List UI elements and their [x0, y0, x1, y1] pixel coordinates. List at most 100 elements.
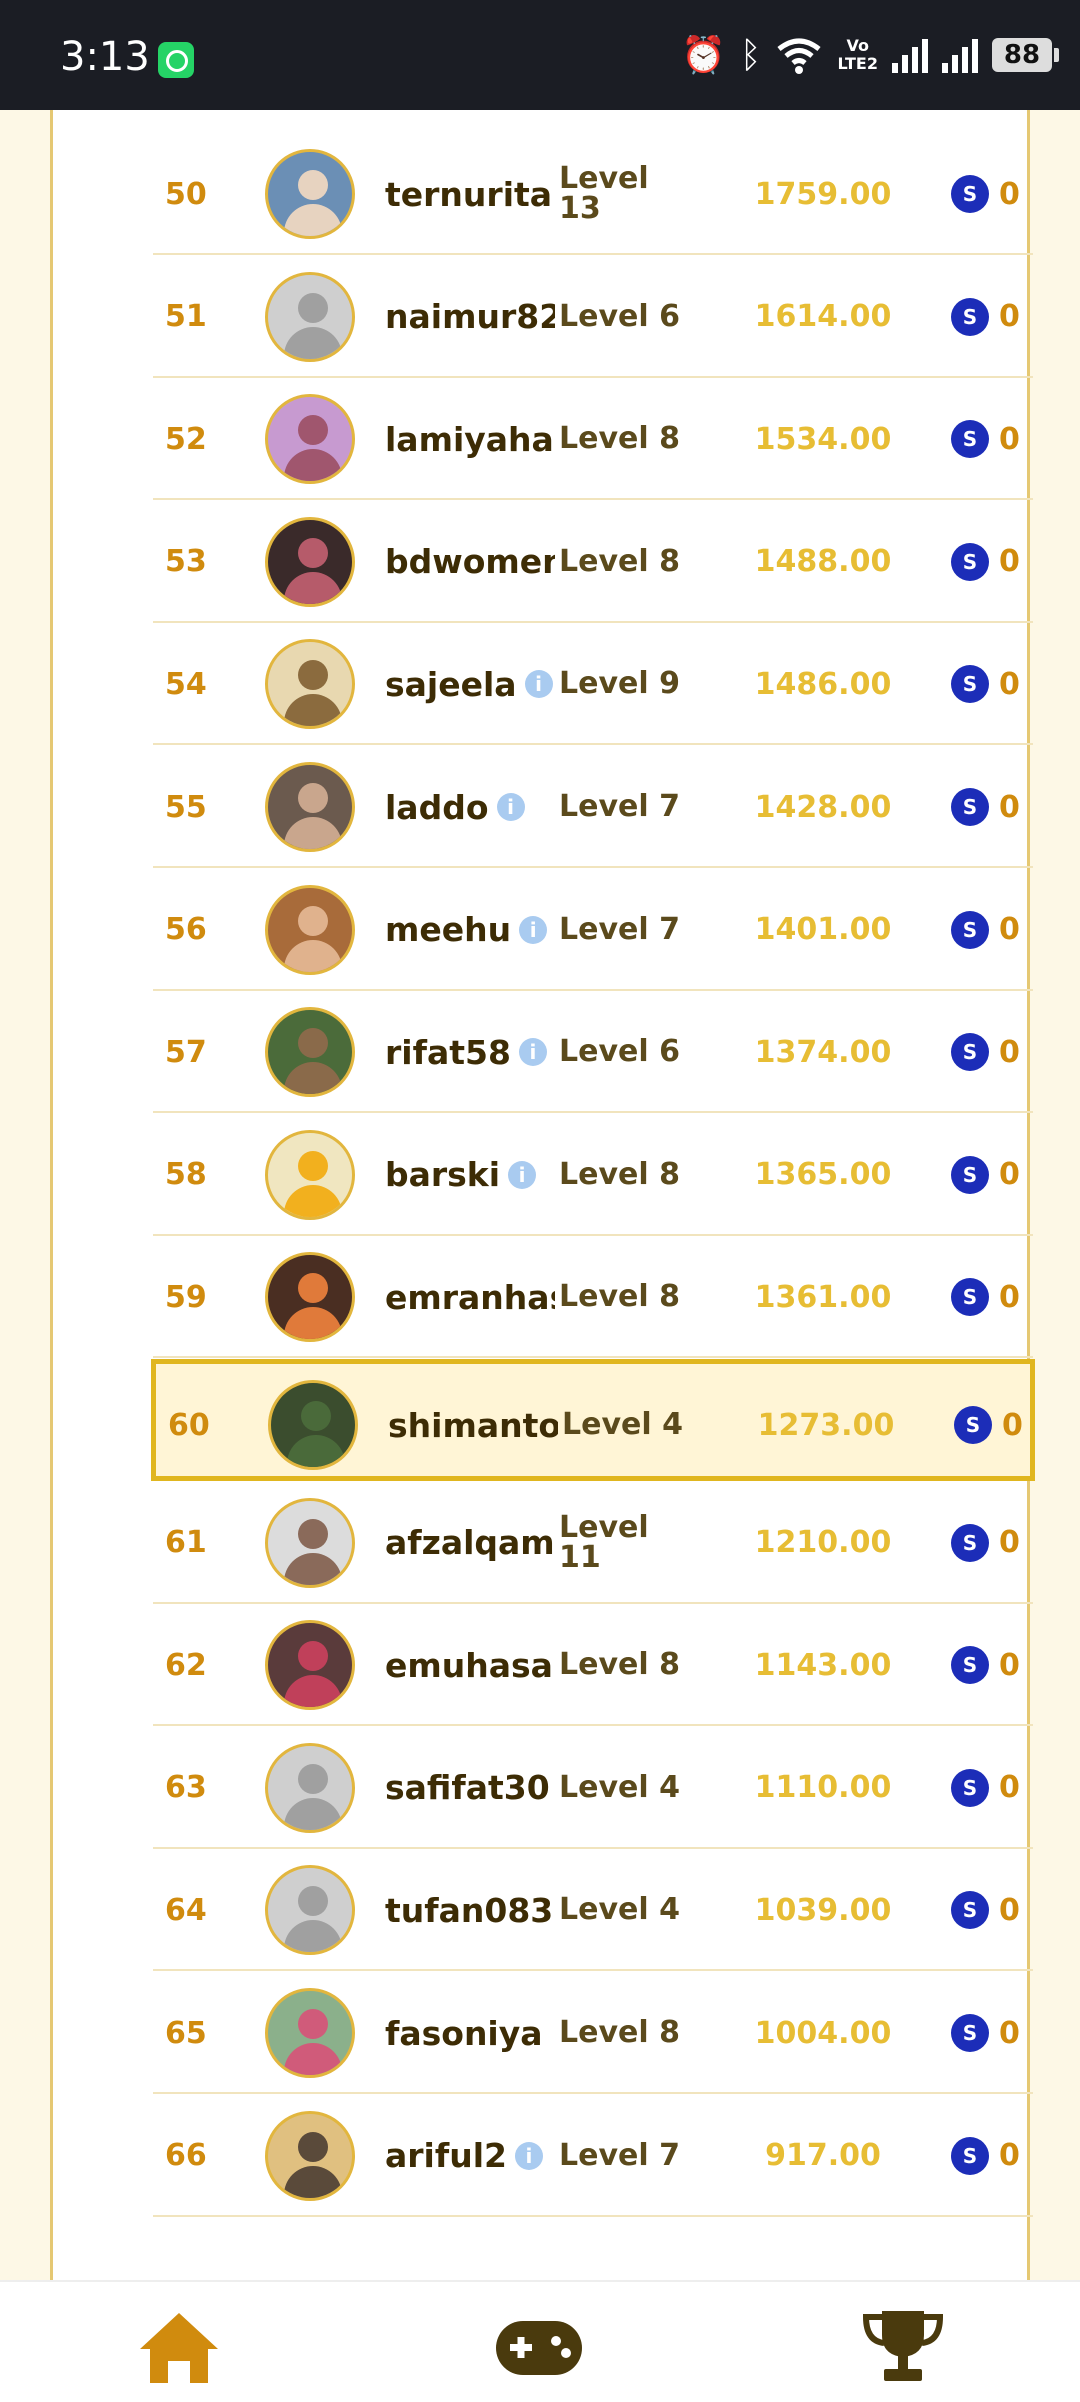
avatar[interactable]	[265, 746, 355, 868]
signal-icon	[892, 37, 928, 73]
username[interactable]: ternurita	[385, 133, 555, 255]
avatar[interactable]	[265, 378, 355, 500]
whatsapp-icon	[158, 42, 194, 78]
avatar[interactable]	[265, 991, 355, 1113]
points: 1428.00	[754, 789, 892, 825]
level: Level 4	[562, 1407, 683, 1442]
rank: 64	[165, 1892, 207, 1928]
points: 1039.00	[754, 1892, 892, 1928]
leaderboard-row[interactable]: 57 rifat58 i Level 6 1374.00 S 0	[153, 991, 1033, 1114]
avatar[interactable]	[265, 1236, 355, 1358]
coin-count: 0	[999, 1647, 1020, 1683]
steem-icon: S	[951, 175, 989, 213]
steem-icon: S	[951, 2014, 989, 2052]
username[interactable]: emuhasan	[385, 1604, 555, 1726]
steem-icon: S	[951, 665, 989, 704]
level: Level 4	[559, 1892, 680, 1928]
points: 1486.00	[754, 666, 892, 702]
level: Level 9	[559, 666, 680, 702]
username[interactable]: afzalqam	[385, 1482, 555, 1604]
leaderboard-row[interactable]: 52 lamiyaha Level 8 1534.00 S 0	[153, 378, 1033, 501]
username-text: fasoniya	[385, 2013, 543, 2053]
avatar[interactable]	[265, 1849, 355, 1971]
steem-icon: S	[951, 2136, 989, 2175]
steem-coin: S	[951, 746, 989, 868]
username[interactable]: ariful2 i	[385, 2095, 555, 2217]
steem-icon: S	[951, 1278, 989, 1317]
username[interactable]: fasoniya	[385, 1972, 555, 2094]
leaderboard-row[interactable]: 61 afzalqam Level 11 1210.00 S 0	[153, 1482, 1033, 1604]
points: 1004.00	[754, 2015, 892, 2051]
avatar-image	[265, 762, 355, 852]
username[interactable]: tufan083	[385, 1849, 555, 1971]
avatar[interactable]	[265, 1972, 355, 2094]
rank: 51	[165, 299, 207, 335]
coin-count: 0	[1002, 1407, 1023, 1443]
coin-count: 0	[999, 912, 1020, 948]
bluetooth-icon: ᛒ	[739, 34, 762, 76]
steem-coin: S	[951, 869, 989, 991]
avatar[interactable]	[265, 1114, 355, 1236]
avatar[interactable]	[265, 2095, 355, 2217]
nav-games[interactable]	[494, 2307, 584, 2387]
username[interactable]: shimanto	[388, 1364, 558, 1486]
leaderboard-row[interactable]: 53 bdwomen Level 8 1488.00 S 0	[153, 501, 1033, 623]
username[interactable]: barski i	[385, 1114, 555, 1236]
username[interactable]: lamiyaha	[385, 378, 555, 500]
username[interactable]: laddo i	[385, 746, 555, 868]
leaderboard-row[interactable]: 58 barski i Level 8 1365.00 S 0	[153, 1114, 1033, 1236]
nav-leaderboard[interactable]	[858, 2307, 948, 2387]
avatar-image	[265, 1129, 355, 1220]
avatar[interactable]	[265, 1604, 355, 1726]
leaderboard-panel[interactable]: 50 ternurita Level 13 1759.00 S 0 51 naimur82 Le…	[50, 110, 1035, 2280]
avatar[interactable]	[265, 133, 355, 255]
info-icon[interactable]: i	[508, 1160, 537, 1189]
username[interactable]: sajeela i	[385, 623, 555, 745]
avatar[interactable]	[265, 256, 355, 378]
coin-count: 0	[999, 1157, 1020, 1193]
status-bar: 3:13 ⏰ ᛒ Vo LTE2 88	[0, 0, 1080, 110]
info-icon[interactable]: i	[496, 793, 525, 821]
username-text: emuhasan	[385, 1645, 555, 1685]
points: 1210.00	[754, 1525, 892, 1561]
avatar[interactable]	[265, 1727, 355, 1849]
rank: 53	[165, 544, 207, 580]
leaderboard-row[interactable]: 62 emuhasanLevel 8 1143.00 S0	[153, 1604, 1033, 1727]
avatar[interactable]	[265, 869, 355, 991]
leaderboard-row[interactable]: 56 meehu i Level 7 1401.00 S 0	[153, 869, 1033, 991]
leaderboard-row[interactable]: 51 naimur82 Level 6 1614.00 S 0	[153, 256, 1033, 378]
steem-coin: S	[951, 1604, 989, 1726]
leaderboard-row[interactable]: 54 sajeela i Level 9 1486.00 S 0	[153, 623, 1033, 746]
username[interactable]: meehu i	[385, 869, 555, 991]
username[interactable]: bdwomen	[385, 501, 555, 623]
steem-coin: S	[951, 1727, 989, 1849]
leaderboard-row[interactable]: 63 safifat30 Level 4 1110.00 S 0	[153, 1727, 1033, 1849]
rank: 55	[165, 789, 207, 825]
leaderboard-row[interactable]: 66 ariful2 i Level 7 917.00 S 0	[153, 2095, 1033, 2217]
points: 1614.00	[754, 299, 892, 335]
coin-count: 0	[999, 666, 1020, 702]
username[interactable]: emranhas	[385, 1236, 555, 1358]
leaderboard-row[interactable]: 55 laddo i Level 7 1428.00 S 0	[153, 746, 1033, 868]
info-icon[interactable]: i	[519, 915, 548, 944]
volte-indicator: Vo LTE2	[837, 37, 878, 73]
leaderboard-row[interactable]: 65 fasoniya Level 8 1004.00 S 0	[153, 1972, 1033, 2094]
leaderboard-row[interactable]: 59 emranhas Level 8 1361.00 S 0	[153, 1236, 1033, 1359]
info-icon[interactable]: i	[514, 2141, 543, 2170]
leaderboard-row[interactable]: 64 tufan083 Level 4 1039.00 S 0	[153, 1849, 1033, 1972]
avatar[interactable]	[265, 623, 355, 745]
avatar[interactable]	[268, 1364, 358, 1486]
steem-coin: S	[951, 2095, 989, 2217]
nav-home[interactable]	[134, 2307, 224, 2387]
username-text: emranhas	[385, 1277, 555, 1317]
leaderboard-row[interactable]: 50 ternurita Level 13 1759.00 S 0	[153, 133, 1033, 255]
info-icon[interactable]: i	[524, 670, 553, 699]
current-user-row[interactable]: 60 shimanto Level 4 1273.00 S 0	[151, 1359, 1035, 1481]
username[interactable]: naimur82	[385, 256, 555, 378]
avatar[interactable]	[265, 1482, 355, 1604]
avatar[interactable]	[265, 501, 355, 623]
rank: 63	[165, 1770, 207, 1806]
username[interactable]: safifat30	[385, 1727, 555, 1849]
info-icon[interactable]: i	[518, 1038, 547, 1067]
username[interactable]: rifat58 i	[385, 991, 555, 1113]
